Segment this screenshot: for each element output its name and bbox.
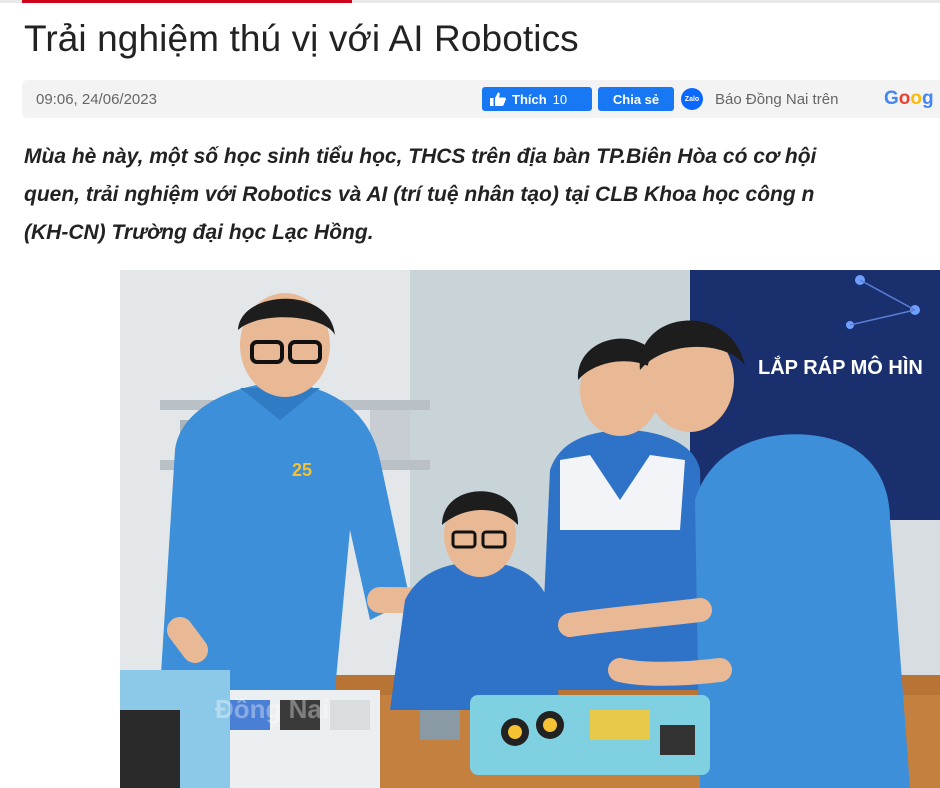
google-logo[interactable]: Goog [884, 88, 934, 110]
banner-text: LẮP RÁP MÔ HÌN [758, 355, 923, 379]
top-rule-accent [22, 0, 352, 3]
article-meta-bar: 09:06, 24/06/2023 Thích 10 Chia sẻ Zalo … [22, 80, 940, 118]
top-rule [0, 0, 940, 3]
google-letter: o [910, 88, 922, 109]
sapo-line: (KH-CN) Trường đại học Lạc Hồng. [24, 221, 374, 244]
shirt-logo: 25 [292, 460, 312, 480]
like-count: 10 [552, 91, 568, 107]
zalo-label: Zalo [684, 95, 700, 103]
zalo-icon[interactable]: Zalo [681, 88, 703, 110]
sapo-line: Mùa hè này, một số học sinh tiểu học, TH… [24, 145, 817, 168]
facebook-like-button[interactable]: Thích 10 [482, 87, 592, 111]
google-letter: G [884, 88, 899, 109]
facebook-share-button[interactable]: Chia sẻ [598, 87, 674, 111]
photo-illustration: LẮP RÁP MÔ HÌN 25 Đồng Nai [120, 270, 940, 788]
article-sapo: Mùa hè này, một số học sinh tiểu học, TH… [24, 138, 940, 252]
source-text: Báo Đồng Nai trên [715, 91, 839, 108]
like-label: Thích [512, 91, 547, 107]
thumbs-up-icon [490, 92, 506, 106]
article-title: Trải nghiệm thú vị với AI Robotics [24, 18, 579, 59]
article-photo: LẮP RÁP MÔ HÌN 25 Đồng Nai [120, 270, 940, 788]
publish-time: 09:06, 24/06/2023 [36, 91, 157, 108]
sapo-line: quen, trải nghiệm với Robotics và AI (tr… [24, 183, 815, 206]
google-letter: g [922, 88, 934, 109]
google-letter: o [898, 88, 911, 109]
photo-watermark: Đồng Nai [215, 694, 329, 724]
